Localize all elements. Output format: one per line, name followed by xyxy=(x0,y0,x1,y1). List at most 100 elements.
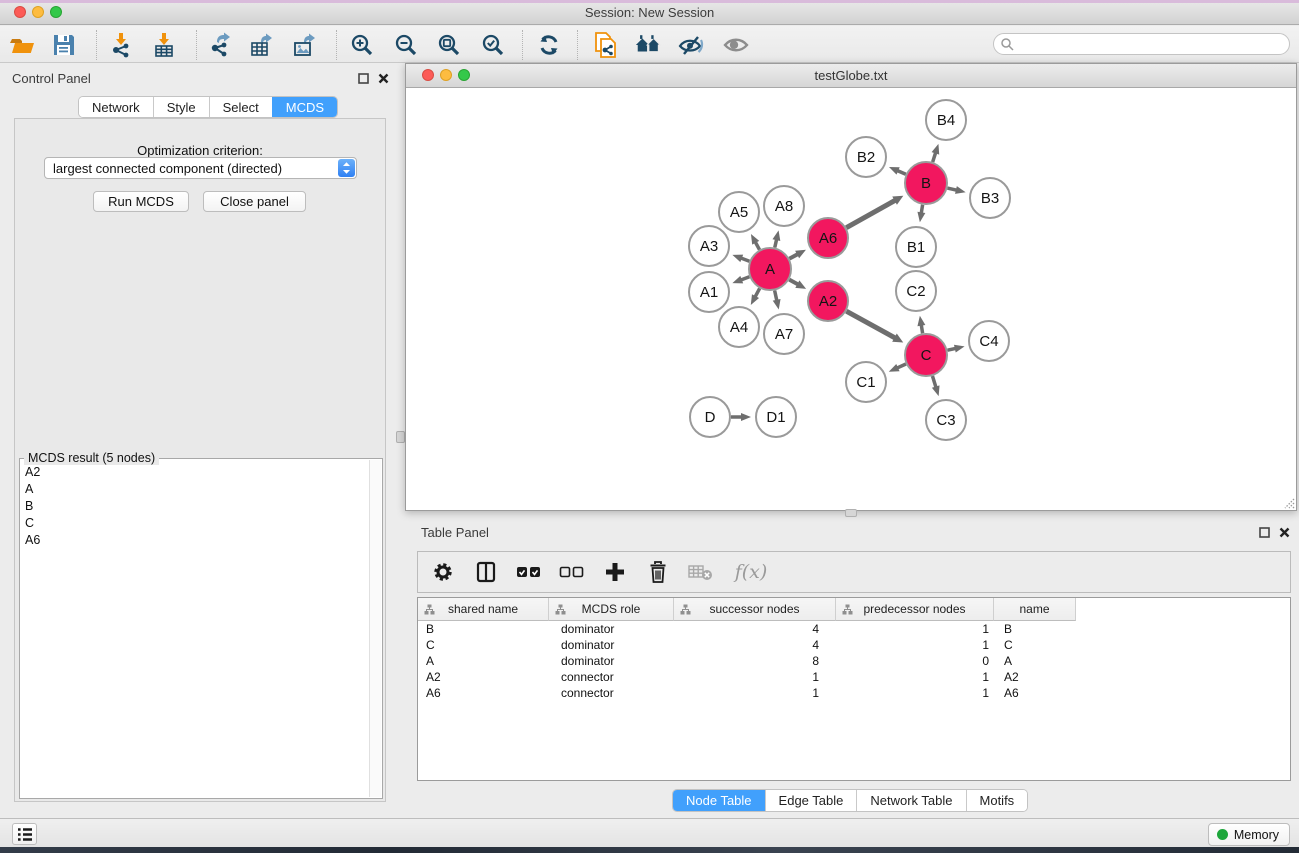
horizontal-splitter-grip[interactable] xyxy=(845,509,857,517)
table-row[interactable]: Bdominator41B xyxy=(418,622,1290,638)
memory-button[interactable]: Memory xyxy=(1208,823,1290,846)
graph-edge-A-A3[interactable] xyxy=(732,255,749,262)
close-panel-button[interactable]: Close panel xyxy=(203,191,306,212)
delete-column-button[interactable] xyxy=(645,559,671,585)
graph-node-A2[interactable]: A2 xyxy=(808,281,848,321)
table-row[interactable]: Adominator80A xyxy=(418,654,1290,670)
tab-edge-table[interactable]: Edge Table xyxy=(765,790,857,811)
graph-node-B2[interactable]: B2 xyxy=(846,137,886,177)
graph-edge-C-C4[interactable] xyxy=(947,345,964,353)
graph-edge-B-B1[interactable] xyxy=(917,205,925,223)
graph-node-B1[interactable]: B1 xyxy=(896,227,936,267)
float-panel-icon[interactable] xyxy=(358,73,369,84)
network-graph-canvas[interactable]: AA1A2A3A4A5A6A7A8BB1B2B3B4CC1C2C3C4DD1 xyxy=(406,88,1296,510)
graph-node-D[interactable]: D xyxy=(690,397,730,437)
tab-network[interactable]: Network xyxy=(79,97,153,117)
mcds-result-item[interactable]: C xyxy=(21,514,369,531)
export-table-button[interactable] xyxy=(248,31,276,59)
graph-edge-C-C1[interactable] xyxy=(889,364,906,372)
column-header-MCDS-role[interactable]: MCDS role xyxy=(549,598,674,621)
column-header-shared-name[interactable]: shared name xyxy=(418,598,549,621)
mcds-result-item[interactable]: B xyxy=(21,497,369,514)
zoom-out-button[interactable] xyxy=(392,31,420,59)
search-field[interactable] xyxy=(993,33,1290,55)
graph-node-C[interactable]: C xyxy=(905,334,947,376)
graph-edge-A-A1[interactable] xyxy=(732,276,749,283)
graph-edge-C-C3[interactable] xyxy=(932,376,940,396)
tab-style[interactable]: Style xyxy=(153,97,209,117)
graph-node-B3[interactable]: B3 xyxy=(970,178,1010,218)
mcds-list-scrollbar[interactable] xyxy=(369,460,381,797)
optimization-criterion-select[interactable]: largest connected component (directed) xyxy=(44,157,357,179)
column-header-successor-nodes[interactable]: successor nodes xyxy=(674,598,836,621)
graph-edge-B-B2[interactable] xyxy=(889,167,906,175)
zoom-in-button[interactable] xyxy=(348,31,376,59)
graph-edge-A-A6[interactable] xyxy=(789,250,806,259)
table-row[interactable]: Cdominator41C xyxy=(418,638,1290,654)
tab-select[interactable]: Select xyxy=(209,97,272,117)
graph-node-C1[interactable]: C1 xyxy=(846,362,886,402)
task-history-button[interactable] xyxy=(12,823,37,845)
vertical-splitter-grip[interactable] xyxy=(396,431,405,443)
tab-node-table[interactable]: Node Table xyxy=(673,790,765,811)
column-header-predecessor-nodes[interactable]: predecessor nodes xyxy=(836,598,994,621)
graph-edge-B-B4[interactable] xyxy=(932,144,940,162)
import-network-button[interactable] xyxy=(107,31,135,59)
graph-node-B[interactable]: B xyxy=(905,162,947,204)
save-session-button[interactable] xyxy=(50,31,78,59)
mcds-result-list[interactable]: A2ABCA6 xyxy=(21,463,369,797)
import-table-button[interactable] xyxy=(150,31,178,59)
table-settings-button[interactable] xyxy=(430,559,456,585)
table-row[interactable]: A2connector11A2 xyxy=(418,670,1290,686)
zoom-fit-button[interactable] xyxy=(435,31,463,59)
show-columns-button[interactable] xyxy=(473,559,499,585)
close-panel-icon[interactable] xyxy=(1279,527,1290,538)
tab-motifs[interactable]: Motifs xyxy=(966,790,1028,811)
node-table[interactable]: shared nameMCDS rolesuccessor nodesprede… xyxy=(417,597,1291,781)
mcds-result-item[interactable]: A6 xyxy=(21,531,369,548)
graph-edge-A-A4[interactable] xyxy=(751,288,760,305)
graph-node-A7[interactable]: A7 xyxy=(764,314,804,354)
graph-node-C4[interactable]: C4 xyxy=(969,321,1009,361)
graph-edge-A2-C[interactable] xyxy=(846,311,903,342)
create-column-button[interactable] xyxy=(602,559,628,585)
graph-edge-B-B3[interactable] xyxy=(947,186,965,194)
run-mcds-button[interactable]: Run MCDS xyxy=(93,191,189,212)
tab-mcds[interactable]: MCDS xyxy=(272,97,337,117)
close-panel-icon[interactable] xyxy=(378,73,389,84)
graph-node-A8[interactable]: A8 xyxy=(764,186,804,226)
graph-node-A3[interactable]: A3 xyxy=(689,226,729,266)
export-network-button[interactable] xyxy=(206,31,234,59)
graph-node-A6[interactable]: A6 xyxy=(808,218,848,258)
graph-node-A4[interactable]: A4 xyxy=(719,307,759,347)
clone-network-button[interactable] xyxy=(592,31,620,59)
graph-node-A1[interactable]: A1 xyxy=(689,272,729,312)
zoom-selected-button[interactable] xyxy=(479,31,507,59)
refresh-button[interactable] xyxy=(535,31,563,59)
graph-node-C3[interactable]: C3 xyxy=(926,400,966,440)
search-input[interactable] xyxy=(1014,35,1289,53)
table-row[interactable]: A6connector11A6 xyxy=(418,686,1290,702)
first-neighbors-button[interactable] xyxy=(634,31,662,59)
column-header-name[interactable]: name xyxy=(994,598,1076,621)
graph-node-C2[interactable]: C2 xyxy=(896,271,936,311)
graph-edge-D-D1[interactable] xyxy=(731,413,751,421)
hide-selected-button[interactable] xyxy=(677,31,705,59)
graph-edge-A6-B[interactable] xyxy=(846,196,903,228)
graph-node-A[interactable]: A xyxy=(749,248,791,290)
window-resize-grip[interactable] xyxy=(1281,495,1295,509)
show-all-button[interactable] xyxy=(722,31,750,59)
float-panel-icon[interactable] xyxy=(1259,527,1270,538)
graph-node-A5[interactable]: A5 xyxy=(719,192,759,232)
mcds-result-item[interactable]: A2 xyxy=(21,463,369,480)
graph-node-D1[interactable]: D1 xyxy=(756,397,796,437)
select-all-columns-button[interactable] xyxy=(516,559,542,585)
graph-edge-A-A7[interactable] xyxy=(773,291,781,310)
graph-edge-A-A2[interactable] xyxy=(789,280,806,289)
open-session-button[interactable] xyxy=(9,31,37,59)
graph-edge-C-C2[interactable] xyxy=(917,316,925,334)
graph-edge-A-A8[interactable] xyxy=(773,230,781,247)
export-image-button[interactable] xyxy=(291,31,319,59)
mcds-result-item[interactable]: A xyxy=(21,480,369,497)
function-builder-button[interactable]: f(x) xyxy=(731,559,771,585)
